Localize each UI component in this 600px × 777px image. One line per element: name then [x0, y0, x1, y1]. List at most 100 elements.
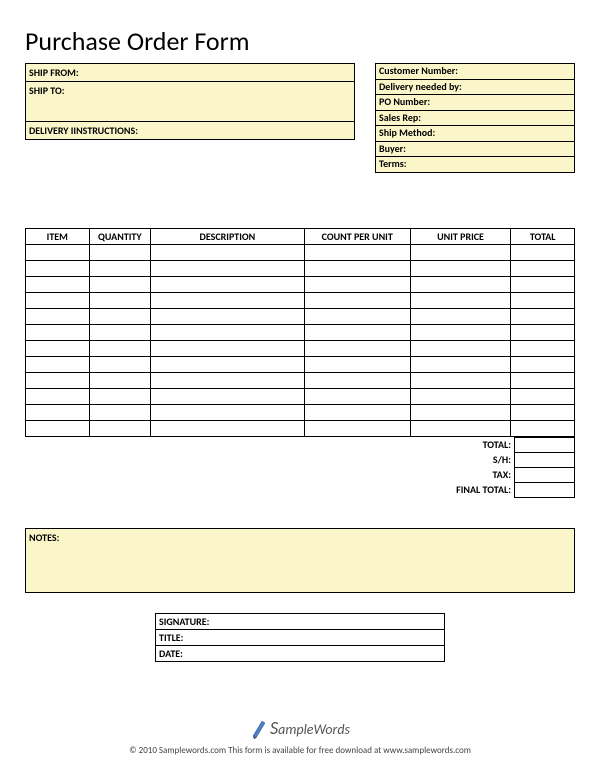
cell-quantity [89, 356, 150, 372]
total-label: TOTAL: [453, 437, 514, 452]
brand-prefix: S [270, 717, 278, 739]
cell-item [26, 356, 90, 372]
cell-item [26, 340, 90, 356]
cell-unit_price [410, 324, 511, 340]
total-value [515, 437, 575, 452]
cell-total [511, 260, 575, 276]
th-item: ITEM [26, 228, 90, 244]
th-count-per-unit: COUNT PER UNIT [304, 228, 410, 244]
sales-rep-label: Sales Rep: [376, 111, 574, 127]
cell-count_per_unit [304, 276, 410, 292]
cell-total [511, 356, 575, 372]
cell-item [26, 404, 90, 420]
signature-label: SIGNATURE: [156, 614, 444, 630]
table-row [26, 340, 575, 356]
th-description: DESCRIPTION [151, 228, 305, 244]
delivery-needed-label: Delivery needed by: [376, 80, 574, 96]
cell-quantity [89, 420, 150, 436]
cell-unit_price [410, 388, 511, 404]
cell-quantity [89, 260, 150, 276]
cell-item [26, 372, 90, 388]
cell-quantity [89, 244, 150, 260]
cell-count_per_unit [304, 292, 410, 308]
pen-icon [250, 717, 268, 739]
th-unit-price: UNIT PRICE [410, 228, 511, 244]
table-row [26, 420, 575, 436]
cell-total [511, 420, 575, 436]
table-row [26, 244, 575, 260]
footer: SampleWords © 2010 Samplewords.com This … [25, 717, 575, 756]
customer-number-label: Customer Number: [376, 64, 574, 80]
cell-description [151, 356, 305, 372]
notes-label: NOTES: [29, 531, 59, 544]
sh-value [515, 452, 575, 467]
cell-description [151, 276, 305, 292]
cell-unit_price [410, 308, 511, 324]
table-row [26, 308, 575, 324]
cell-count_per_unit [304, 420, 410, 436]
title-label: TITLE: [156, 630, 444, 646]
cell-unit_price [410, 420, 511, 436]
signature-box: SIGNATURE: TITLE: DATE: [155, 613, 445, 662]
cell-quantity [89, 404, 150, 420]
cell-total [511, 324, 575, 340]
ship-to-label: SHIP TO: [26, 82, 354, 122]
copyright-text: © 2010 Samplewords.com This form is avai… [25, 745, 575, 756]
cell-count_per_unit [304, 308, 410, 324]
table-row [26, 356, 575, 372]
cell-count_per_unit [304, 260, 410, 276]
meta-box: Customer Number: Delivery needed by: PO … [375, 63, 575, 173]
cell-description [151, 260, 305, 276]
cell-quantity [89, 276, 150, 292]
cell-item [26, 388, 90, 404]
cell-unit_price [410, 244, 511, 260]
date-label: DATE: [156, 646, 444, 661]
cell-quantity [89, 308, 150, 324]
cell-item [26, 260, 90, 276]
table-row [26, 372, 575, 388]
cell-item [26, 420, 90, 436]
cell-quantity [89, 340, 150, 356]
ship-box: SHIP FROM: SHIP TO: DELIVERY IINSTRUCTIO… [25, 63, 355, 140]
tax-label: TAX: [453, 467, 514, 482]
cell-unit_price [410, 372, 511, 388]
cell-count_per_unit [304, 340, 410, 356]
cell-unit_price [410, 260, 511, 276]
cell-quantity [89, 388, 150, 404]
cell-count_per_unit [304, 404, 410, 420]
table-row [26, 276, 575, 292]
cell-total [511, 276, 575, 292]
cell-unit_price [410, 340, 511, 356]
delivery-instructions-label: DELIVERY IINSTRUCTIONS: [26, 122, 354, 139]
cell-total [511, 372, 575, 388]
brand-logo: SampleWords [25, 717, 575, 739]
cell-total [511, 244, 575, 260]
buyer-label: Buyer: [376, 142, 574, 158]
terms-label: Terms: [376, 157, 574, 172]
cell-count_per_unit [304, 324, 410, 340]
table-row [26, 260, 575, 276]
cell-description [151, 388, 305, 404]
cell-description [151, 244, 305, 260]
table-row [26, 388, 575, 404]
cell-count_per_unit [304, 356, 410, 372]
cell-description [151, 420, 305, 436]
cell-item [26, 244, 90, 260]
cell-item [26, 308, 90, 324]
cell-count_per_unit [304, 388, 410, 404]
table-row [26, 404, 575, 420]
cell-unit_price [410, 404, 511, 420]
cell-unit_price [410, 356, 511, 372]
cell-description [151, 372, 305, 388]
cell-description [151, 340, 305, 356]
cell-item [26, 292, 90, 308]
ship-method-label: Ship Method: [376, 126, 574, 142]
po-number-label: PO Number: [376, 95, 574, 111]
final-total-value [515, 482, 575, 497]
cell-description [151, 404, 305, 420]
sh-label: S/H: [453, 452, 514, 467]
cell-quantity [89, 372, 150, 388]
cell-unit_price [410, 276, 511, 292]
cell-total [511, 308, 575, 324]
cell-total [511, 292, 575, 308]
